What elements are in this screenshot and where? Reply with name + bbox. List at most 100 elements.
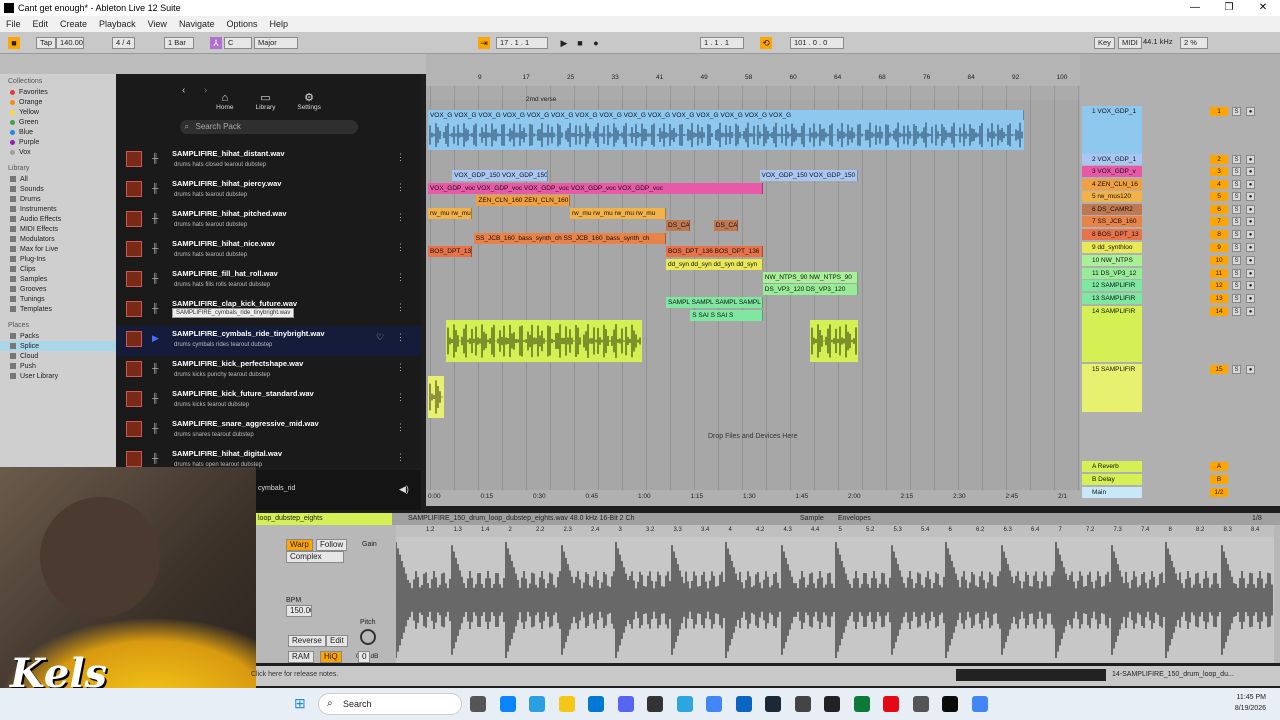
library-item[interactable]: Clips xyxy=(0,264,116,274)
track-name[interactable]: 2 VOX_GDP_1 xyxy=(1082,154,1142,165)
collection-item[interactable]: Purple xyxy=(0,137,116,147)
solo-button[interactable]: S xyxy=(1232,217,1241,226)
sample-waveform[interactable] xyxy=(396,537,1274,663)
app-icon[interactable] xyxy=(912,696,929,712)
sample-row[interactable]: ▶ SAMPLIFIRE_cymbals_ride_tinybright.wav d… xyxy=(116,326,421,356)
menu-playback[interactable]: Playback xyxy=(93,19,142,29)
return-activator[interactable]: A xyxy=(1210,462,1228,471)
track-name[interactable]: 12 SAMPLIFIR xyxy=(1082,280,1142,291)
solo-button[interactable]: S xyxy=(1232,230,1241,239)
library-item[interactable]: Samples xyxy=(0,274,116,284)
close-button[interactable]: ✕ xyxy=(1246,0,1280,16)
return-activator[interactable]: 1/2 xyxy=(1210,488,1228,497)
store-icon[interactable] xyxy=(588,696,604,712)
ram-button[interactable]: RAM xyxy=(288,651,314,663)
more-icon[interactable]: ⋮ xyxy=(396,272,405,283)
waveform-icon[interactable]: ╫ xyxy=(152,213,158,223)
library-item[interactable]: Max for Live xyxy=(0,244,116,254)
waveform-icon[interactable]: ╫ xyxy=(152,303,158,313)
key-select[interactable]: C xyxy=(224,37,252,49)
track-activator[interactable]: 14 xyxy=(1210,307,1228,316)
menu-options[interactable]: Options xyxy=(220,19,263,29)
track-activator[interactable]: 2 xyxy=(1210,155,1228,164)
library-item[interactable]: Instruments xyxy=(0,204,116,214)
menu-file[interactable]: File xyxy=(0,19,27,29)
library-item[interactable]: Drums xyxy=(0,194,116,204)
sample-row[interactable]: ╫ SAMPLIFIRE_kick_future_standard.wav drum… xyxy=(116,386,421,416)
proton-icon[interactable] xyxy=(735,696,752,712)
home-tab[interactable]: ⌂ Home xyxy=(216,92,233,111)
bpm-field[interactable]: 150.00 xyxy=(286,605,312,617)
sample-row[interactable]: ╫ SAMPLIFIRE_fill_hat_roll.wav drums hats … xyxy=(116,266,421,296)
task-view-icon[interactable] xyxy=(470,696,486,712)
track-name[interactable]: 4 ZEN_CLN_16 xyxy=(1082,179,1142,190)
library-item[interactable]: Templates xyxy=(0,304,116,314)
minimize-button[interactable]: — xyxy=(1178,0,1212,16)
library-item[interactable]: Modulators xyxy=(0,234,116,244)
sample-ruler[interactable]: 1.2 1.3 1.4 2 2.2 2.3 2.4 3 3.2 3.3 3.4 4 4.2 4.3 4.4 5… xyxy=(396,525,1274,537)
arm-button[interactable]: ● xyxy=(1246,192,1255,201)
tap-button[interactable]: Tap xyxy=(36,37,57,49)
collection-item[interactable]: Orange xyxy=(0,97,116,107)
track-name[interactable]: 5 rw_mus120 xyxy=(1082,191,1142,202)
solo-button[interactable]: S xyxy=(1232,365,1241,374)
solo-button[interactable]: S xyxy=(1232,269,1241,278)
arm-button[interactable]: ● xyxy=(1246,180,1255,189)
sample-tab[interactable]: Sample xyxy=(800,515,824,522)
system-clock[interactable]: 11:45 PM 8/19/2026 xyxy=(1235,692,1266,714)
track-activator[interactable]: 1 xyxy=(1210,107,1228,116)
place-item[interactable]: Splice xyxy=(0,341,116,351)
hiq-button[interactable]: HiQ xyxy=(320,651,342,663)
more-icon[interactable]: ⋮ xyxy=(396,422,405,433)
collection-item[interactable]: Yellow xyxy=(0,107,116,117)
heart-icon[interactable]: ♡ xyxy=(376,332,384,343)
place-item[interactable]: Push xyxy=(0,361,116,371)
sample-row[interactable]: ╫ SAMPLIFIRE_hihat_nice.wav drums hats tea… xyxy=(116,236,421,266)
track-name[interactable]: 13 SAMPLIFIR xyxy=(1082,293,1142,304)
more-icon[interactable]: ⋮ xyxy=(396,182,405,193)
more-icon[interactable]: ⋮ xyxy=(396,212,405,223)
track-name[interactable]: 6 DS_CAMR2 xyxy=(1082,204,1142,215)
track-activator[interactable]: 9 xyxy=(1210,243,1228,252)
pen-icon[interactable] xyxy=(794,696,811,712)
waveform-icon[interactable]: ╫ xyxy=(152,273,158,283)
arm-button[interactable]: ● xyxy=(1246,107,1255,116)
follow-button[interactable]: Follow xyxy=(316,539,348,551)
arm-button[interactable]: ● xyxy=(1246,217,1255,226)
play-icon[interactable]: ▶ xyxy=(558,37,570,49)
more-icon[interactable]: ⋮ xyxy=(396,392,405,403)
edge-icon[interactable] xyxy=(499,696,516,712)
waveform-icon[interactable]: ╫ xyxy=(152,243,158,253)
waveform-icon[interactable]: ╫ xyxy=(152,423,158,433)
release-notes-link[interactable]: Click here for release notes. xyxy=(251,671,338,678)
edge-dev-icon[interactable] xyxy=(529,696,545,712)
library-item[interactable]: Grooves xyxy=(0,284,116,294)
track-activator[interactable]: 5 xyxy=(1210,192,1228,201)
pitch-knob[interactable] xyxy=(360,629,376,645)
scale-select[interactable]: Major xyxy=(254,37,298,49)
solo-button[interactable]: S xyxy=(1232,243,1241,252)
quantization-select[interactable]: 1 Bar xyxy=(164,37,194,49)
track-name[interactable]: 7 SS_JCB_160 xyxy=(1082,216,1142,227)
settings-tab[interactable]: ⚙ Settings xyxy=(297,91,321,111)
forward-arrow-icon[interactable]: › xyxy=(204,85,207,96)
pitch-value[interactable]: 0 xyxy=(358,651,371,663)
track-activator[interactable]: 15 xyxy=(1210,365,1228,374)
waveform-icon[interactable]: ╫ xyxy=(152,393,158,403)
track-activator[interactable]: 6 xyxy=(1210,205,1228,214)
library-item[interactable]: Tunings xyxy=(0,294,116,304)
place-item[interactable]: User Library xyxy=(0,371,116,381)
solo-button[interactable]: S xyxy=(1232,294,1241,303)
track-name[interactable]: 8 BOS_DPT_13 xyxy=(1082,229,1142,240)
waveform-icon[interactable]: ╫ xyxy=(152,453,158,463)
solo-button[interactable]: S xyxy=(1232,155,1241,164)
more-icon[interactable]: ⋮ xyxy=(396,302,405,313)
more-icon[interactable]: ⋮ xyxy=(396,332,405,343)
search-pack-input[interactable]: ⌕ Search Pack xyxy=(179,120,358,134)
solo-button[interactable]: S xyxy=(1232,307,1241,316)
follow-icon[interactable]: ⇥ xyxy=(478,37,490,49)
return-activator[interactable]: B xyxy=(1210,475,1228,484)
return-track-name[interactable]: Main xyxy=(1082,487,1142,498)
arm-button[interactable]: ● xyxy=(1246,307,1255,316)
track-activator[interactable]: 7 xyxy=(1210,217,1228,226)
